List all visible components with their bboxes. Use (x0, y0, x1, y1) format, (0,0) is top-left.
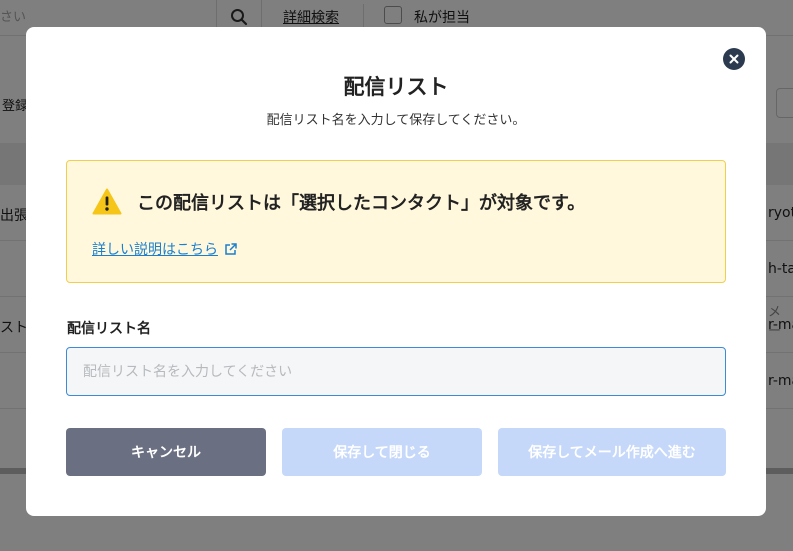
list-name-label: 配信リスト名 (67, 321, 151, 337)
warning-icon (92, 188, 122, 215)
cancel-button[interactable]: キャンセル (66, 428, 266, 476)
save-close-button[interactable]: 保存して閉じる (282, 428, 482, 476)
close-icon (729, 54, 739, 64)
list-name-input[interactable] (66, 347, 726, 396)
modal-subtitle: 配信リスト名を入力して保存してください。 (266, 113, 526, 128)
notice-box: この配信リストは「選択したコンタクト」が対象です。 詳しい説明はこちら (66, 160, 726, 283)
modal-title: 配信リスト (343, 75, 449, 99)
close-button[interactable] (723, 48, 745, 70)
details-link-label: 詳しい説明はこちら (92, 242, 218, 258)
notice-text: この配信リストは「選択したコンタクト」が対象です。 (137, 193, 586, 214)
save-create-mail-button[interactable]: 保存してメール作成へ進む (498, 428, 726, 476)
distribution-list-modal: 配信リスト 配信リスト名を入力して保存してください。 この配信リストは「選択した… (26, 27, 766, 516)
details-link[interactable]: 詳しい説明はこちら (92, 239, 237, 259)
external-link-icon (225, 242, 237, 255)
